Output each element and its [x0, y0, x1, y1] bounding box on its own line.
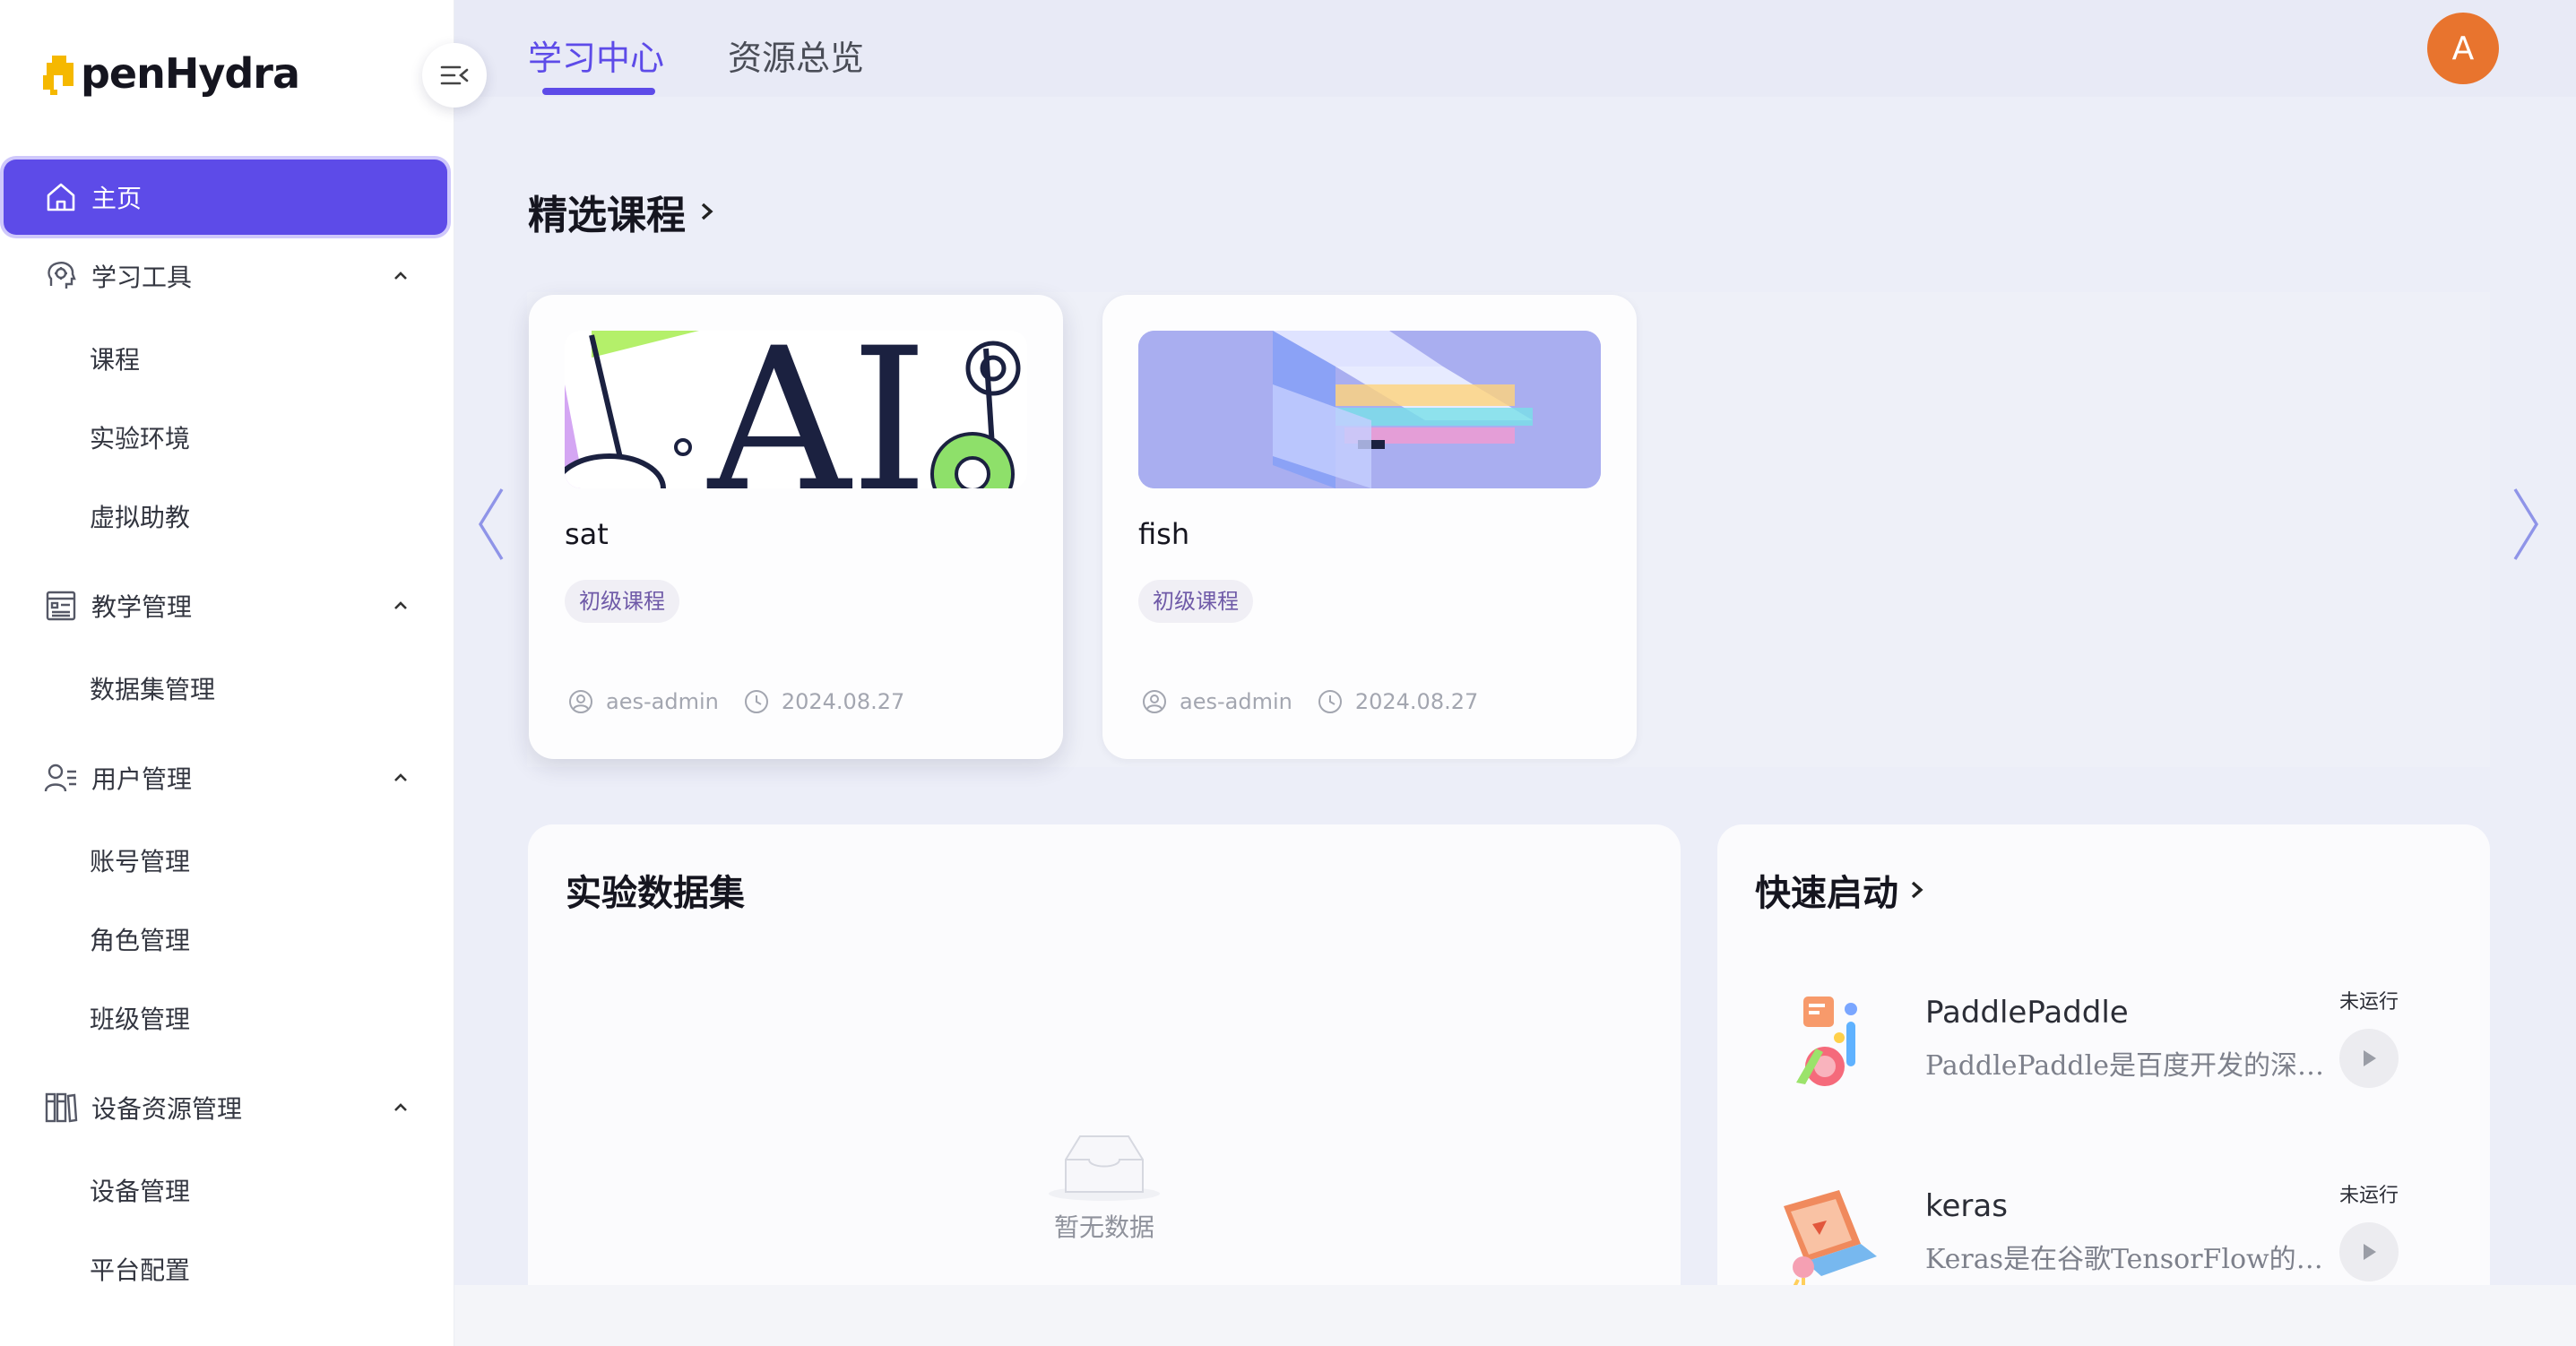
course-card[interactable]: AI sat 初级课程 aes-admin 2024.08.27 [529, 295, 1063, 759]
brain-bulb-icon [43, 258, 79, 294]
featured-courses-heading[interactable]: 精选课程 [528, 183, 718, 240]
dataset-panel: 实验数据集 暂无数据 [528, 824, 1681, 1346]
course-meta: aes-admin 2024.08.27 [568, 689, 904, 714]
clock-icon [1318, 689, 1343, 714]
quickstart-panel: 快速启动 PaddlePaddle PaddlePaddle是百度开发的深度学.… [1717, 824, 2490, 1346]
chevron-up-icon[interactable] [390, 767, 411, 789]
quickstart-item[interactable]: PaddlePaddle PaddlePaddle是百度开发的深度学... 未运… [1771, 986, 2434, 1138]
play-button[interactable] [2339, 1222, 2399, 1281]
chevron-right-icon [2513, 488, 2538, 560]
play-button[interactable] [2339, 1029, 2399, 1088]
sidebar-subitem-role-mgmt[interactable]: 角色管理 [90, 921, 190, 961]
chevron-right-icon [701, 203, 713, 220]
tab-learning-center[interactable]: 学习中心 [528, 30, 664, 80]
chevron-left-icon [479, 488, 504, 560]
carousel-next-button[interactable] [2508, 484, 2544, 565]
sidebar-item-teaching-mgmt[interactable]: 教学管理 [4, 568, 447, 643]
quickstart-item-desc: Keras是在谷歌TensorFlow的基础... [1925, 1244, 2347, 1275]
chevron-up-icon[interactable] [390, 595, 411, 617]
sidebar-subitem-platform-config[interactable]: 平台配置 [90, 1251, 190, 1290]
play-icon [2364, 1244, 2376, 1260]
chevron-up-icon[interactable] [390, 1097, 411, 1118]
chevron-right-icon [1911, 881, 1923, 899]
sidebar-subitem-account-mgmt[interactable]: 账号管理 [90, 842, 190, 882]
sidebar-item-user-mgmt[interactable]: 用户管理 [4, 740, 447, 815]
course-author: aes-admin [606, 689, 719, 714]
document-list-icon [43, 588, 79, 624]
sidebar-subitem-class-mgmt[interactable]: 班级管理 [90, 1000, 190, 1040]
course-meta: aes-admin 2024.08.27 [1142, 689, 1478, 714]
sidebar-subitem-device-mgmt[interactable]: 设备管理 [90, 1172, 190, 1212]
course-author: aes-admin [1180, 689, 1292, 714]
course-thumbnail: AI [565, 331, 1027, 488]
status-badge: 未运行 [2338, 1185, 2399, 1207]
collapse-menu-icon [440, 65, 469, 85]
dataset-panel-title: 实验数据集 [566, 873, 745, 914]
home-icon [43, 179, 79, 215]
paddlepaddle-logo-icon [1771, 986, 1888, 1102]
sidebar-item-device-resource-mgmt[interactable]: 设备资源管理 [4, 1070, 447, 1145]
user-circle-icon [1142, 689, 1167, 714]
empty-inbox-icon [1049, 1135, 1160, 1201]
quickstart-item-desc: PaddlePaddle是百度开发的深度学... [1925, 1050, 2347, 1082]
carousel-prev-button[interactable] [473, 484, 509, 565]
user-list-icon [43, 760, 79, 796]
quickstart-title: 快速启动 [1755, 873, 1898, 914]
status-badge: 未运行 [2338, 991, 2399, 1014]
course-date: 2024.08.27 [781, 689, 905, 714]
svg-text:AI: AI [706, 331, 929, 488]
course-name: sat [565, 517, 609, 551]
clock-icon [744, 689, 769, 714]
keras-logo-icon [1771, 1179, 1888, 1296]
chevron-up-icon[interactable] [390, 265, 411, 287]
sidebar-subitem-lab-env[interactable]: 实验环境 [90, 419, 190, 459]
quickstart-item-name: PaddlePaddle [1925, 995, 2129, 1031]
logo-mark-icon [43, 52, 79, 95]
featured-courses-title: 精选课程 [528, 193, 686, 238]
course-level-tag: 初级课程 [1138, 580, 1253, 623]
sidebar-item-label: 主页 [91, 184, 143, 213]
course-name: fish [1138, 517, 1190, 551]
avatar[interactable]: A [2427, 13, 2499, 84]
content-bottom-edge [454, 1285, 2576, 1346]
active-tab-indicator [542, 88, 655, 95]
sidebar-item-label: 设备资源管理 [91, 1094, 243, 1124]
sidebar-subitem-courses[interactable]: 课程 [90, 341, 140, 380]
sidebar-item-home[interactable]: 主页 [4, 160, 447, 235]
empty-state: 暂无数据 [528, 1129, 1681, 1244]
sidebar-item-learning-tools[interactable]: 学习工具 [4, 238, 447, 314]
course-thumbnail [1138, 331, 1601, 488]
sidebar-subitem-virtual-ta[interactable]: 虚拟助教 [90, 498, 190, 538]
collapse-sidebar-button[interactable] [422, 43, 487, 108]
empty-state-text: 暂无数据 [1053, 1212, 1154, 1242]
course-card[interactable]: fish 初级课程 aes-admin 2024.08.27 [1102, 295, 1637, 759]
user-circle-icon [568, 689, 593, 714]
sidebar: penHydra 主页 学习工具 课程 实验环境 虚拟助教 教学管理 数据集管理… [0, 0, 454, 1346]
app-logo[interactable]: penHydra [43, 47, 300, 100]
quickstart-item-name: keras [1925, 1188, 2008, 1224]
tab-resource-overview[interactable]: 资源总览 [728, 30, 864, 80]
course-level-tag: 初级课程 [565, 580, 679, 623]
logo-text: penHydra [81, 49, 300, 98]
sidebar-subitem-dataset-mgmt[interactable]: 数据集管理 [90, 670, 215, 710]
books-icon [43, 1090, 79, 1126]
sidebar-item-label: 学习工具 [91, 263, 193, 292]
play-icon [2364, 1050, 2376, 1066]
quickstart-heading[interactable]: 快速启动 [1755, 864, 1927, 916]
course-date: 2024.08.27 [1354, 689, 1479, 714]
sidebar-item-label: 用户管理 [91, 764, 193, 794]
sidebar-item-label: 教学管理 [91, 592, 193, 622]
